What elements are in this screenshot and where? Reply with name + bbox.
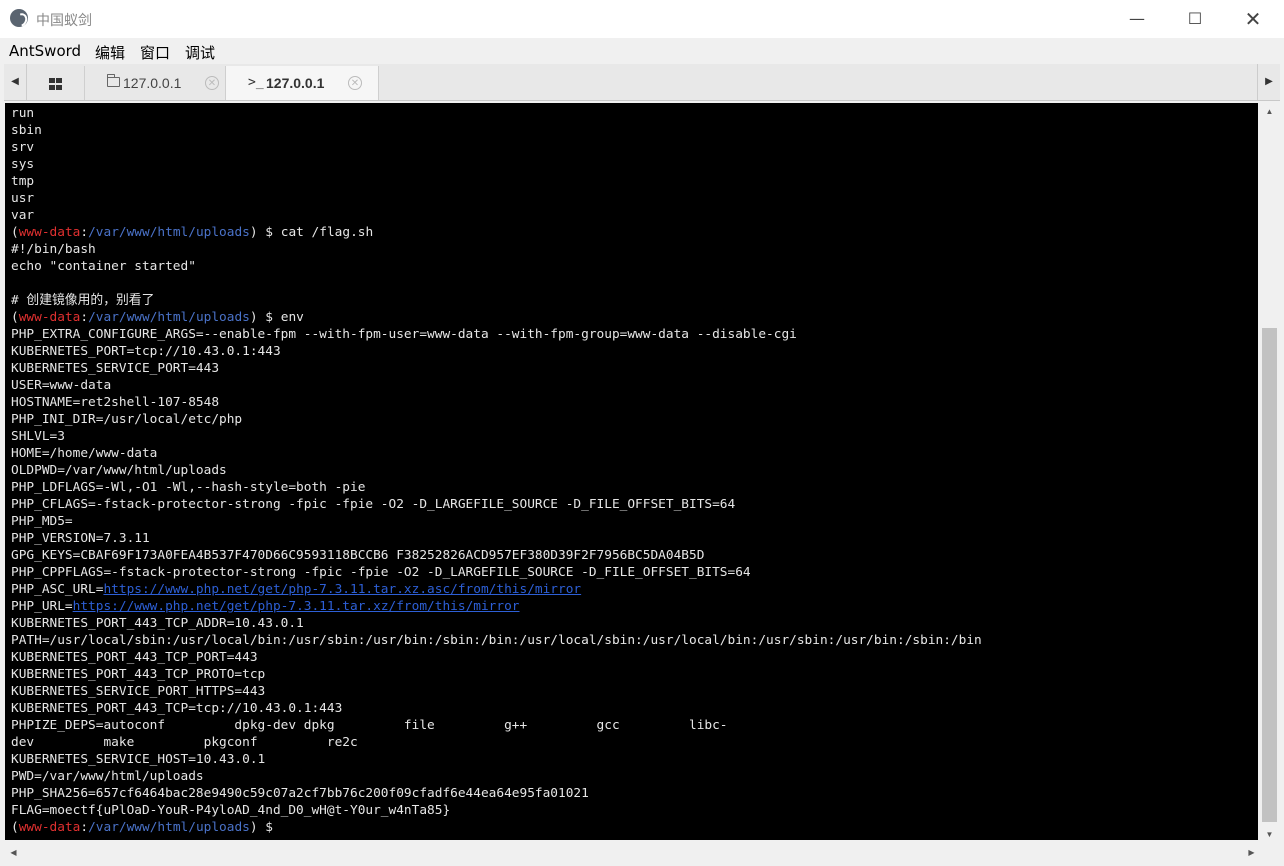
tab-file-manager-label: 127.0.0.1 <box>123 75 182 91</box>
tab-bar: ◀ 127.0.0.1 ✕ >_ 127.0.0.1 ✕ ▶ <box>4 64 1280 101</box>
prompt-command: cat /flag.sh <box>280 225 374 240</box>
prompt-symbol: $ <box>265 225 274 240</box>
terminal-line: PHP_EXTRA_CONFIGURE_ARGS=--enable-fpm --… <box>11 327 797 342</box>
prompt-symbol: $ <box>265 310 274 325</box>
terminal-prompt-line: (www-data:/var/www/html/uploads) $ <box>11 820 274 835</box>
terminal-line: PHP_URL=https://www.php.net/get/php-7.3.… <box>11 598 982 615</box>
terminal-line: FLAG=moectf{uPlOaD-YouR-P4yloAD_4nd_D0_w… <box>11 803 451 818</box>
terminal-line: KUBERNETES_SERVICE_HOST=10.43.0.1 <box>11 752 266 767</box>
prompt-symbol: $ <box>265 820 274 835</box>
terminal-line: PHP_ASC_URL=https://www.php.net/get/php-… <box>11 581 982 598</box>
tab-terminal-close-icon[interactable]: ✕ <box>348 76 362 90</box>
scroll-up-button[interactable]: ▲ <box>1260 103 1279 120</box>
menu-bar: AntSword 编辑 窗口 调试 <box>0 38 1284 64</box>
terminal-line: KUBERNETES_SERVICE_PORT_HTTPS=443 <box>11 684 266 699</box>
terminal-line: GPG_KEYS=CBAF69F173A0FEA4B537F470D66C959… <box>11 548 705 563</box>
close-button[interactable]: ✕ <box>1224 0 1282 38</box>
terminal-line: HOSTNAME=ret2shell-107-8548 <box>11 395 220 410</box>
menu-edit[interactable]: 编辑 <box>95 42 125 63</box>
terminal-line: PHP_CFLAGS=-fstack-protector-strong -fpi… <box>11 497 736 512</box>
prompt-command: env <box>280 310 304 325</box>
terminal-line: PHP_CPPFLAGS=-fstack-protector-strong -f… <box>11 565 751 580</box>
terminal-line: KUBERNETES_PORT_443_TCP_ADDR=10.43.0.1 <box>11 616 304 631</box>
env-url-link[interactable]: https://www.php.net/get/php-7.3.11.tar.x… <box>103 582 581 597</box>
tab-file-manager-close-icon[interactable]: ✕ <box>205 76 219 90</box>
terminal-line: SHLVL=3 <box>11 429 65 444</box>
terminal-line: sys <box>11 157 35 172</box>
scroll-left-button[interactable]: ◀ <box>5 844 22 861</box>
terminal-line: PHP_MD5= <box>11 514 73 529</box>
minimize-button[interactable]: — <box>1108 0 1166 38</box>
menu-antsword[interactable]: AntSword <box>9 42 81 60</box>
tab-scroll-left-button[interactable]: ◀ <box>4 64 27 100</box>
terminal-prompt-line: (www-data:/var/www/html/uploads) $ env <box>11 310 304 325</box>
terminal-prompt-line: (www-data:/var/www/html/uploads) $ cat /… <box>11 225 374 240</box>
horizontal-scrollbar[interactable]: ◀ ▶ <box>5 844 1260 861</box>
vertical-scrollbar[interactable]: ▲ ▼ <box>1260 103 1279 843</box>
terminal-line: HOME=/home/www-data <box>11 446 158 461</box>
antsword-logo-icon <box>10 9 28 27</box>
tab-terminal-label: 127.0.0.1 <box>266 75 325 91</box>
prompt-user: www-data <box>18 225 81 240</box>
vertical-scroll-thumb[interactable] <box>1262 328 1277 822</box>
scroll-down-button[interactable]: ▼ <box>1260 826 1279 843</box>
terminal-line: PHP_VERSION=7.3.11 <box>11 531 150 546</box>
maximize-button[interactable]: ☐ <box>1166 0 1224 38</box>
terminal-line: PATH=/usr/local/sbin:/usr/local/bin:/usr… <box>11 633 982 648</box>
prompt-user: www-data <box>18 310 81 325</box>
terminal-line: PWD=/var/www/html/uploads <box>11 769 204 784</box>
terminal-line: PHP_INI_DIR=/usr/local/etc/php <box>11 412 243 427</box>
env-key: PHP_ASC_URL= <box>11 582 104 597</box>
tab-terminal[interactable]: >_ 127.0.0.1 ✕ <box>226 66 379 100</box>
window-title: 中国蚁剑 <box>36 13 92 29</box>
terminal-line: # 创建镜像用的，别看了 <box>11 293 155 308</box>
env-url-link[interactable]: https://www.php.net/get/php-7.3.11.tar.x… <box>73 599 520 614</box>
tab-scroll-right-button[interactable]: ▶ <box>1257 64 1280 100</box>
prompt-path: /var/www/html/uploads <box>88 225 250 240</box>
terminal-line: PHPIZE_DEPS=autoconf dpkg-dev dpkg file … <box>11 718 728 733</box>
terminal-line: sbin <box>11 123 42 138</box>
terminal-lines: run sbin srv sys tmp usr var (www-data:/var/www… <box>11 105 982 836</box>
menu-window[interactable]: 窗口 <box>140 42 170 63</box>
terminal-line: var <box>11 208 35 223</box>
menu-debug[interactable]: 调试 <box>185 42 215 63</box>
terminal-line: KUBERNETES_PORT=tcp://10.43.0.1:443 <box>11 344 281 359</box>
terminal-line: run <box>11 106 35 121</box>
title-bar: 中国蚁剑 — ☐ ✕ <box>0 0 1284 38</box>
terminal-line: tmp <box>11 174 35 189</box>
terminal-line: dev make pkgconf re2c <box>11 735 358 750</box>
env-key: PHP_URL= <box>11 599 73 614</box>
prompt-path: /var/www/html/uploads <box>88 310 250 325</box>
folder-icon <box>106 74 120 87</box>
terminal-line: srv <box>11 140 35 155</box>
grid-icon <box>48 78 62 91</box>
tab-home[interactable] <box>26 66 85 100</box>
terminal-line: KUBERNETES_PORT_443_TCP_PROTO=tcp <box>11 667 266 682</box>
terminal-line: KUBERNETES_SERVICE_PORT=443 <box>11 361 220 376</box>
terminal-line: KUBERNETES_PORT_443_TCP_PORT=443 <box>11 650 258 665</box>
terminal-line: echo "container started" <box>11 259 196 274</box>
terminal-output[interactable]: run sbin srv sys tmp usr var (www-data:/var/www… <box>5 103 1258 840</box>
tab-file-manager[interactable]: 127.0.0.1 ✕ <box>85 66 226 100</box>
prompt-user: www-data <box>18 820 81 835</box>
terminal-line: #!/bin/bash <box>11 242 96 257</box>
terminal-line: usr <box>11 191 35 206</box>
prompt-path: /var/www/html/uploads <box>88 820 250 835</box>
terminal-line: PHP_SHA256=657cf6464bac28e9490c59c07a2cf… <box>11 786 589 801</box>
terminal-icon: >_ <box>248 75 264 90</box>
terminal-line: OLDPWD=/var/www/html/uploads <box>11 463 227 478</box>
terminal-line: KUBERNETES_PORT_443_TCP=tcp://10.43.0.1:… <box>11 701 343 716</box>
terminal-line: PHP_LDFLAGS=-Wl,-O1 -Wl,--hash-style=bot… <box>11 480 366 495</box>
terminal-line: USER=www-data <box>11 378 112 393</box>
scroll-right-button[interactable]: ▶ <box>1243 844 1260 861</box>
